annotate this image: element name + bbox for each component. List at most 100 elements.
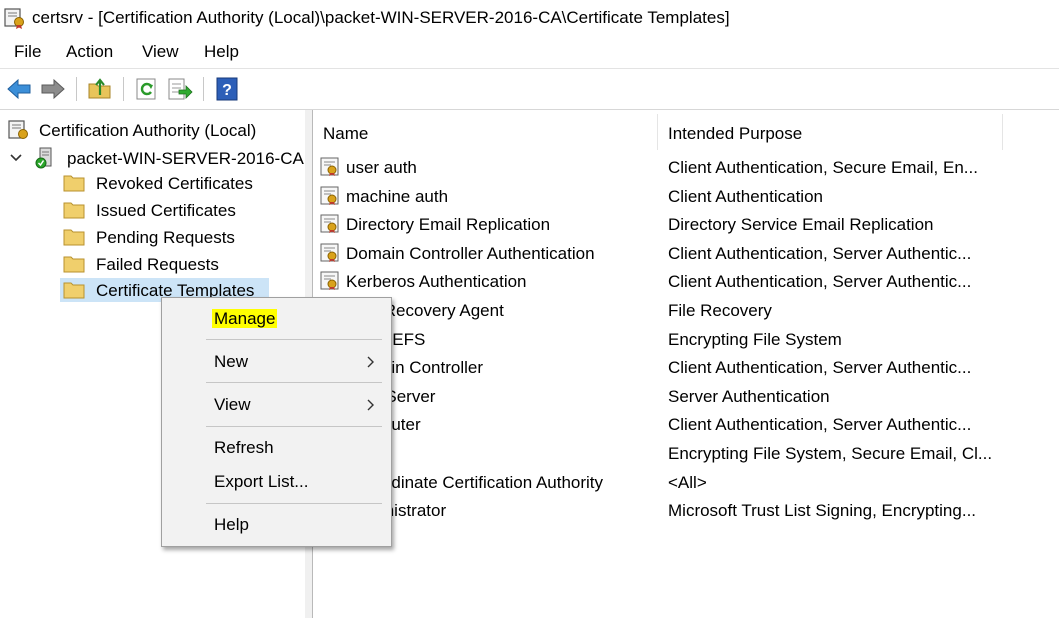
tree-root[interactable]: Certification Authority (Local)	[6, 118, 301, 142]
context-menu-label: Export List...	[214, 472, 309, 491]
context-menu-help[interactable]: Help	[162, 510, 391, 540]
template-intended-purpose: Client Authentication, Server Authentic.…	[668, 358, 972, 378]
menu-help[interactable]: Help	[204, 42, 239, 62]
table-row[interactable]: machine auth Client Authentication	[313, 182, 1059, 210]
template-intended-purpose: Encrypting File System	[668, 329, 842, 349]
forward-icon[interactable]	[40, 76, 66, 102]
tree-item-label: Pending Requests	[96, 228, 235, 247]
menu-action[interactable]: Action	[66, 42, 113, 62]
table-row[interactable]: Domain Controller Client Authentication, …	[313, 353, 1059, 381]
folder-icon	[63, 282, 85, 299]
template-intended-purpose: Encrypting File System, Secure Email, Cl…	[668, 444, 993, 463]
tree-item-revoked-certificates[interactable]: Revoked Certificates	[60, 171, 300, 195]
context-menu-label: New	[214, 352, 249, 371]
folder-icon	[63, 175, 85, 192]
certificate-template-icon	[319, 214, 341, 234]
menu-file[interactable]: File	[14, 42, 41, 62]
template-name: Domain Controller Authentication	[346, 243, 595, 263]
context-menu-label: Manage	[212, 309, 278, 329]
tree-item-ca-label: packet-WIN-SERVER-2016-CA	[67, 149, 304, 168]
certificate-template-icon	[319, 243, 341, 263]
template-intended-purpose: Client Authentication, Server Authentic.…	[668, 243, 972, 263]
menu-view[interactable]: View	[142, 42, 179, 62]
help-icon[interactable]: ?	[214, 76, 240, 102]
toolbar-separator	[123, 77, 124, 101]
tree-item-failed-requests[interactable]: Failed Requests	[60, 252, 300, 276]
context-menu-manage[interactable]: Manage	[162, 304, 391, 334]
table-row[interactable]: Administrator Microsoft Trust List Signin…	[313, 496, 1059, 524]
table-row[interactable]: EFS Recovery Agent File Recovery	[313, 296, 1059, 324]
results-list: Name Intended Purpose user auth Client Au…	[313, 110, 1059, 618]
certification-authority-icon	[8, 120, 28, 139]
table-row[interactable]: Domain Controller Authentication Client A…	[313, 239, 1059, 267]
context-menu-new[interactable]: New	[162, 347, 391, 377]
toolbar-separator	[203, 77, 204, 101]
certificate-template-icon	[319, 157, 341, 177]
table-row[interactable]: UserEncrypting File System, Secure Email…	[313, 439, 1059, 467]
certificate-template-icon	[319, 271, 341, 291]
context-menu: Manage New View Refresh Export List... H…	[161, 297, 392, 547]
template-intended-purpose: Client Authentication	[668, 186, 823, 206]
menu-separator	[206, 382, 382, 383]
table-row[interactable]: Web ServerServer Authentication	[313, 382, 1059, 410]
template-intended-purpose: Client Authentication, Secure Email, En.…	[668, 158, 978, 177]
table-row[interactable]: Basic EFSEncrypting File System	[313, 325, 1059, 353]
tree-item-label: Revoked Certificates	[96, 174, 253, 193]
column-header-label: Intended Purpose	[668, 124, 803, 143]
template-name: Directory Email Replication	[346, 215, 551, 235]
toolbar-separator	[76, 77, 77, 101]
template-intended-purpose: Server Authentication	[668, 386, 830, 406]
menu-separator	[206, 426, 382, 427]
template-name: Kerberos Authentication	[346, 272, 527, 292]
context-menu-refresh[interactable]: Refresh	[162, 433, 391, 463]
tree-item-label: Issued Certificates	[96, 201, 236, 220]
template-name: machine auth	[346, 186, 449, 206]
folder-icon	[63, 202, 85, 219]
column-header-name[interactable]: Name	[313, 110, 656, 152]
table-row[interactable]: Directory Email Replication Directory Ser…	[313, 210, 1059, 238]
refresh-icon[interactable]	[134, 76, 160, 102]
certificate-template-icon	[319, 186, 341, 206]
template-intended-purpose: Directory Service Email Replication	[668, 215, 934, 235]
title-bar: certsrv - [Certification Authority (Loca…	[0, 0, 1059, 36]
template-name: user auth	[346, 158, 417, 177]
chevron-right-icon	[367, 356, 374, 368]
manage-highlight: Manage	[212, 309, 278, 328]
toolbar: ?	[0, 69, 1059, 110]
template-intended-purpose: <All>	[668, 472, 707, 492]
template-intended-purpose: File Recovery	[668, 301, 772, 320]
template-intended-purpose: Client Authentication, Server Authentic.…	[668, 415, 972, 435]
svg-text:?: ?	[222, 82, 232, 99]
tree-item-issued-certificates[interactable]: Issued Certificates	[60, 198, 300, 222]
context-menu-export-list[interactable]: Export List...	[162, 467, 391, 497]
chevron-down-icon[interactable]	[10, 153, 22, 163]
export-list-icon[interactable]	[167, 76, 193, 102]
menu-separator	[206, 339, 382, 340]
table-row[interactable]: user auth Client Authentication, Secure E…	[313, 153, 1059, 181]
folder-icon	[63, 229, 85, 246]
back-icon[interactable]	[6, 76, 32, 102]
certsrv-app-icon	[4, 8, 24, 29]
window-title: certsrv - [Certification Authority (Loca…	[32, 8, 730, 27]
tree-item-pending-requests[interactable]: Pending Requests	[60, 225, 300, 249]
table-row[interactable]: ComputerClient Authentication, Server Au…	[313, 410, 1059, 438]
template-intended-purpose: Client Authentication, Server Authentic.…	[668, 272, 972, 292]
tree-item-label: Failed Requests	[96, 255, 219, 274]
up-folder-icon[interactable]	[87, 76, 113, 102]
template-intended-purpose: Microsoft Trust List Signing, Encrypting…	[668, 501, 977, 521]
tree-root-label: Certification Authority (Local)	[39, 121, 257, 140]
column-header-label: Name	[323, 124, 369, 143]
context-menu-label: Help	[214, 515, 249, 534]
column-header-intended-purpose[interactable]: Intended Purpose	[658, 110, 1002, 152]
menu-bar: File Action View Help	[0, 36, 1059, 69]
context-menu-view[interactable]: View	[162, 390, 391, 420]
column-separator[interactable]	[1002, 114, 1003, 150]
context-menu-label: Refresh	[214, 438, 274, 457]
table-row[interactable]: Kerberos Authentication Client Authentica…	[313, 267, 1059, 295]
tree-item-ca[interactable]: packet-WIN-SERVER-2016-CA	[6, 146, 304, 170]
chevron-right-icon	[367, 399, 374, 411]
folder-icon	[63, 256, 85, 273]
context-menu-label: View	[214, 395, 251, 414]
ca-server-icon	[35, 147, 52, 169]
table-row[interactable]: Subordinate Certification Authority <All>	[313, 468, 1059, 496]
